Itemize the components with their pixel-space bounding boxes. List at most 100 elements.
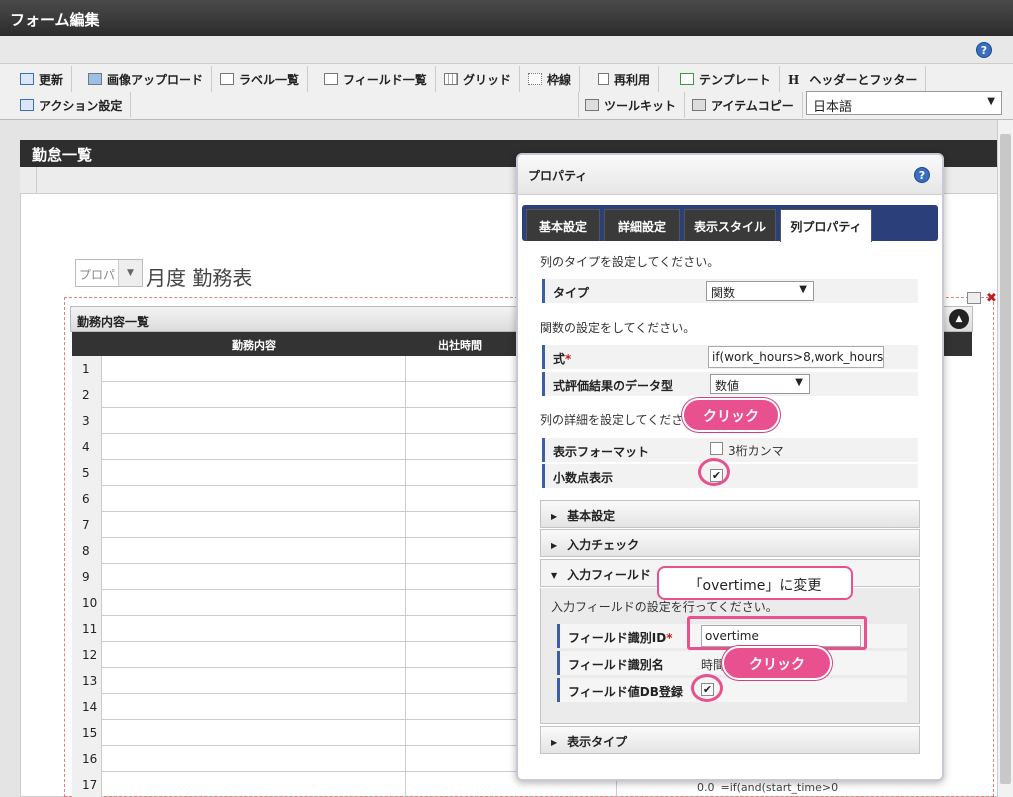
help-bar: ? bbox=[0, 36, 1013, 64]
caret-down-icon: ▼ bbox=[551, 571, 558, 580]
caret-right-icon: ▶ bbox=[551, 541, 558, 550]
row-number: 17 bbox=[72, 772, 102, 797]
table-cell[interactable] bbox=[102, 642, 406, 668]
header-footer-button[interactable]: H ヘッダーとフッター bbox=[782, 66, 927, 92]
month-select[interactable]: プロパ ▼ bbox=[75, 259, 143, 287]
tab-basic-settings[interactable]: 基本設定 bbox=[526, 209, 600, 241]
tab-display-style[interactable]: 表示スタイル bbox=[684, 209, 776, 241]
image-icon bbox=[88, 73, 102, 85]
row-number: 12 bbox=[72, 642, 102, 668]
table-cell[interactable] bbox=[102, 434, 406, 460]
tab-column-properties[interactable]: 列プロパティ bbox=[780, 209, 872, 242]
collapse-up-icon[interactable]: ▲ bbox=[949, 309, 969, 329]
column-header: 勤務内容 bbox=[232, 339, 276, 352]
row-number: 10 bbox=[72, 590, 102, 616]
table-cell[interactable] bbox=[102, 694, 406, 720]
row-number: 13 bbox=[72, 668, 102, 694]
table-cell[interactable] bbox=[102, 512, 406, 538]
formula-input[interactable]: if(work_hours>8,work_hours-8, bbox=[708, 346, 884, 368]
row-number: 4 bbox=[72, 434, 102, 460]
db-register-row: フィールド値DB登録 ✔ bbox=[557, 678, 907, 702]
section-input-check[interactable]: ▶ 入力チェック bbox=[540, 529, 920, 557]
scrollbar-thumb[interactable] bbox=[1000, 134, 1011, 784]
click-callout: クリック bbox=[722, 646, 832, 680]
grid-button[interactable]: グリッド bbox=[438, 66, 521, 92]
language-select[interactable]: 日本語 ▼ bbox=[806, 91, 1002, 115]
change-callout: 「overtime」に変更 bbox=[657, 566, 853, 600]
tab-detail-settings[interactable]: 詳細設定 bbox=[604, 209, 680, 241]
function-prompt: 関数の設定をしてください。 bbox=[540, 321, 696, 335]
template-icon bbox=[680, 73, 694, 85]
property-panel: プロパティ ? 基本設定 詳細設定 表示スタイル 列プロパティ 列のタイプを設定… bbox=[516, 153, 944, 781]
table-icon[interactable] bbox=[967, 292, 981, 304]
help-icon[interactable]: ? bbox=[914, 167, 930, 183]
decimal-row: 小数点表示 ✔ bbox=[542, 464, 918, 488]
row-number: 8 bbox=[72, 538, 102, 564]
list-icon bbox=[220, 73, 234, 85]
input-field-prompt: 入力フィールドの設定を行ってください。 bbox=[551, 600, 778, 614]
chevron-down-icon: ▼ bbox=[118, 260, 142, 286]
table-cell[interactable] bbox=[102, 616, 406, 642]
refresh-icon bbox=[20, 73, 34, 85]
row-number: 14 bbox=[72, 694, 102, 720]
table-cell[interactable] bbox=[102, 460, 406, 486]
row-number: 15 bbox=[72, 720, 102, 746]
panel-header: プロパティ ? bbox=[518, 155, 942, 195]
copy-icon bbox=[692, 99, 706, 111]
section-display-type[interactable]: ▶ 表示タイプ bbox=[540, 726, 920, 754]
table-cell[interactable] bbox=[102, 772, 406, 797]
table-cell[interactable] bbox=[102, 538, 406, 564]
label-list-button[interactable]: ラベル一覧 bbox=[214, 66, 309, 92]
caret-right-icon: ▶ bbox=[551, 738, 558, 747]
result-type-select[interactable]: 数値 ▼ bbox=[710, 374, 810, 394]
field-list-button[interactable]: フィールド一覧 bbox=[318, 66, 436, 92]
item-copy-button[interactable]: アイテムコピー bbox=[686, 92, 803, 118]
grid-icon bbox=[444, 73, 458, 85]
help-icon[interactable]: ? bbox=[976, 42, 992, 58]
click-callout: クリック bbox=[682, 398, 780, 432]
table-cell[interactable] bbox=[102, 564, 406, 590]
section-basic-settings[interactable]: ▶ 基本設定 bbox=[540, 500, 920, 528]
caret-right-icon: ▶ bbox=[551, 512, 558, 521]
type-row: タイプ 関数 ▼ bbox=[542, 279, 918, 303]
table-cell[interactable] bbox=[102, 720, 406, 746]
comma-checkbox[interactable] bbox=[710, 442, 723, 455]
table-cell[interactable] bbox=[102, 746, 406, 772]
row-number: 2 bbox=[72, 382, 102, 408]
row-number: 6 bbox=[72, 486, 102, 512]
document-icon bbox=[598, 73, 609, 85]
template-button[interactable]: テンプレート bbox=[674, 66, 780, 92]
image-upload-button[interactable]: 画像アップロード bbox=[82, 66, 213, 92]
vertical-scrollbar[interactable] bbox=[997, 120, 1013, 797]
row-number: 9 bbox=[72, 564, 102, 590]
panel-tabs: 基本設定 詳細設定 表示スタイル 列プロパティ bbox=[522, 205, 938, 242]
table-cell[interactable] bbox=[102, 382, 406, 408]
type-prompt: 列のタイプを設定してください。 bbox=[540, 255, 720, 269]
row-number: 7 bbox=[72, 512, 102, 538]
reuse-button[interactable]: 再利用 bbox=[592, 66, 660, 92]
row-number: 11 bbox=[72, 616, 102, 642]
table-cell[interactable] bbox=[102, 486, 406, 512]
table-cell[interactable] bbox=[102, 356, 406, 382]
action-settings-button[interactable]: アクション設定 bbox=[14, 92, 132, 118]
chevron-down-icon: ▼ bbox=[799, 284, 807, 295]
comma-label: 3桁カンマ bbox=[728, 444, 784, 458]
type-select[interactable]: 関数 ▼ bbox=[706, 281, 814, 301]
display-format-row: 表示フォーマット 3桁カンマ bbox=[542, 438, 918, 462]
table-cell[interactable] bbox=[102, 408, 406, 434]
formula-row: 式* if(work_hours>8,work_hours-8, bbox=[542, 345, 918, 369]
toolkit-button[interactable]: ツールキット bbox=[578, 92, 686, 118]
window-title: フォーム編集 bbox=[0, 0, 1013, 36]
highlight-box bbox=[687, 616, 867, 650]
table-cell[interactable] bbox=[102, 668, 406, 694]
border-button[interactable]: 枠線 bbox=[522, 66, 581, 92]
border-icon bbox=[528, 73, 542, 85]
close-icon[interactable]: ✖ bbox=[986, 291, 997, 306]
table-cell[interactable] bbox=[102, 590, 406, 616]
chevron-down-icon: ▼ bbox=[795, 377, 803, 388]
highlight-ring bbox=[698, 458, 730, 486]
column-header: 出社時間 bbox=[438, 339, 482, 352]
update-button[interactable]: 更新 bbox=[14, 66, 73, 92]
result-type-row: 式評価結果のデータ型 数値 ▼ bbox=[542, 372, 918, 396]
header-icon: H bbox=[788, 73, 800, 87]
